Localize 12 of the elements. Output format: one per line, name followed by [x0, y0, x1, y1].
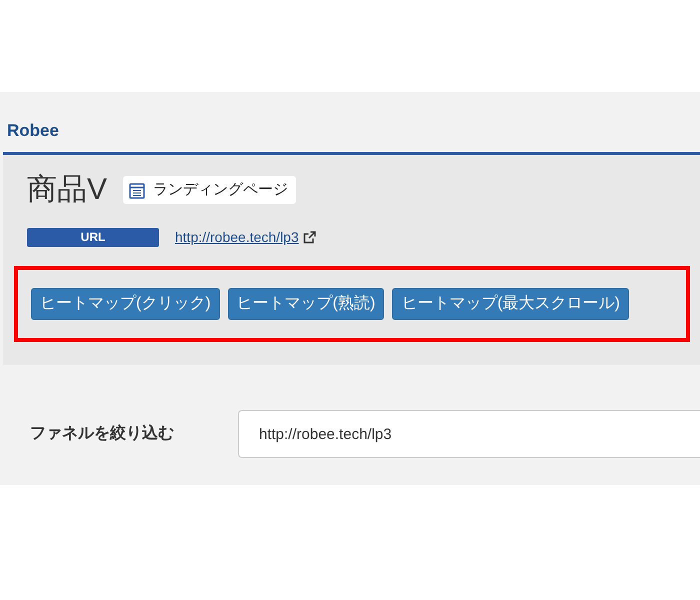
heatmap-button[interactable]: ヒートマップ(クリック) — [31, 288, 220, 320]
page-type-tag: ランディングページ — [123, 176, 296, 204]
external-link-icon — [302, 231, 316, 244]
heatmap-button[interactable]: ヒートマップ(最大スクロール) — [392, 288, 629, 320]
url-label: URL — [27, 228, 159, 247]
funnel-filter-field[interactable]: http://robee.tech/lp3 — [238, 410, 700, 458]
url-link[interactable]: http://robee.tech/lp3 — [175, 227, 299, 248]
heatmap-button[interactable]: ヒートマップ(熟読) — [228, 288, 384, 320]
calendar-icon — [129, 182, 146, 198]
app-title: Robee — [7, 121, 59, 140]
product-title: 商品V — [27, 175, 108, 205]
filter-label: ファネルを絞り込む — [30, 423, 175, 444]
